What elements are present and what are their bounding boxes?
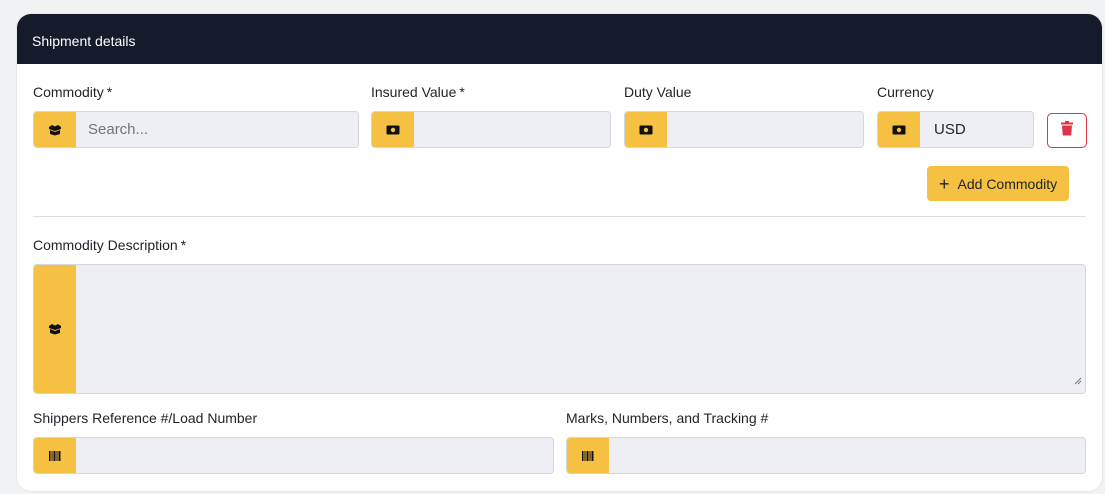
commodity-description-label: Commodity Description * [33,237,186,253]
money-icon [372,112,414,147]
commodity-label: Commodity * [33,84,112,100]
commodity-search-input[interactable] [76,112,358,147]
commodity-label-text: Commodity [33,84,104,100]
insured-value-label-text: Insured Value [371,84,457,100]
commodity-description-label-text: Commodity Description [33,237,178,253]
box-icon [34,112,76,147]
shipment-details-card: Shipment details Commodity* Insured Valu… [17,14,1102,491]
commodity-description-group [33,264,1086,394]
money-icon [878,112,920,147]
insured-value-label: Insured Value * [371,84,465,100]
marks-numbers-label: Marks, Numbers, and Tracking # [566,410,769,426]
section-divider [33,216,1086,217]
currency-value: USD [920,112,1033,147]
duty-value-input[interactable] [667,112,863,147]
plus-icon: + [939,173,950,194]
required-mark: * [106,84,113,100]
required-mark: * [459,84,465,100]
barcode-icon [567,438,609,473]
box-icon [34,265,76,393]
barcode-icon [34,438,76,473]
trash-icon [1061,120,1073,141]
add-commodity-button[interactable]: + Add Commodity [927,166,1070,201]
commodity-description-textarea[interactable] [76,265,1085,393]
duty-value-input-group [624,111,864,148]
marks-numbers-input[interactable] [609,438,1085,473]
resize-handle-icon[interactable] [1074,372,1082,390]
delete-commodity-button[interactable] [1047,113,1087,148]
insured-value-input[interactable] [414,112,610,147]
marks-numbers-group [566,437,1086,474]
currency-input-group: USD [877,111,1034,148]
duty-value-label: Duty Value [624,84,692,100]
add-commodity-label: Add Commodity [957,175,1058,192]
commodity-input-group [33,111,359,148]
shippers-reference-label: Shippers Reference #/Load Number [33,410,258,426]
card-title: Shipment details [17,14,1102,64]
shippers-reference-input[interactable] [76,438,553,473]
required-mark: * [180,237,187,253]
money-icon [625,112,667,147]
insured-value-input-group [371,111,611,148]
shippers-reference-group [33,437,554,474]
currency-label: Currency [877,84,934,100]
